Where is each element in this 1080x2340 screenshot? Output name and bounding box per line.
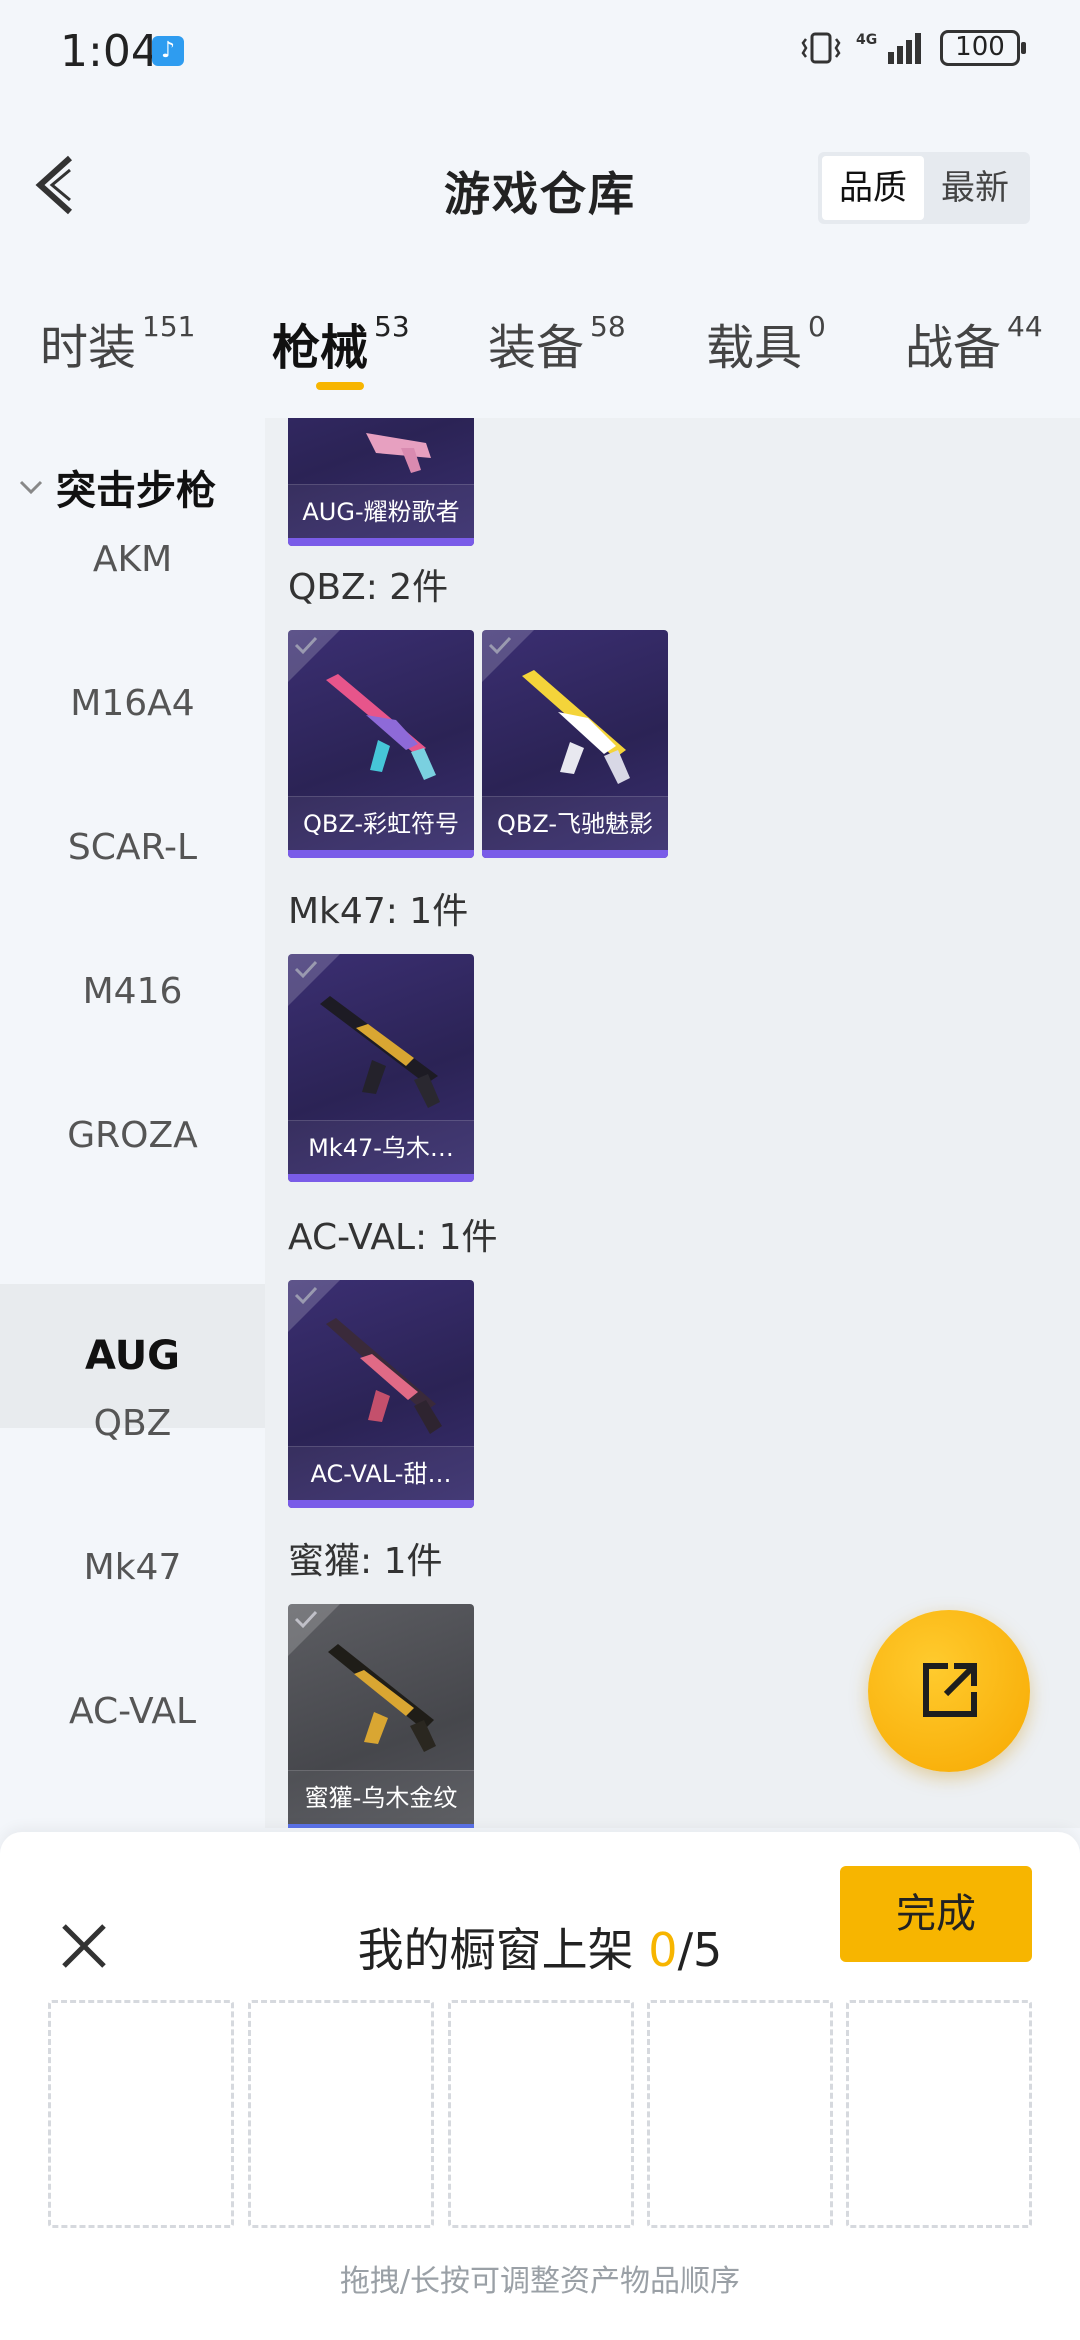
svg-text:4G: 4G bbox=[856, 32, 877, 48]
section-label-mk47: Mk47: 1件 bbox=[288, 891, 469, 932]
weapon-skin-image bbox=[326, 674, 436, 780]
sidebar-item-m416[interactable]: M416 bbox=[0, 920, 265, 1064]
sort-option-newest[interactable]: 最新 bbox=[924, 156, 1026, 220]
tab-count: 53 bbox=[374, 310, 410, 343]
status-bar: 1:04 ♪ 4G 100 bbox=[0, 0, 1080, 110]
showcase-panel: 我的橱窗上架 0/5 完成 拖拽/长按可调整资产物品顺序 bbox=[0, 1832, 1080, 2340]
showcase-slot[interactable] bbox=[448, 2000, 634, 2228]
tab-label: 枪械 bbox=[272, 320, 369, 376]
status-indicators: 4G 100 bbox=[800, 30, 1026, 66]
sidebar-item-akm[interactable]: AKM bbox=[0, 488, 265, 632]
sidebar-item-mk47[interactable]: Mk47 bbox=[0, 1496, 265, 1640]
rarity-bar bbox=[288, 1500, 474, 1508]
rarity-bar bbox=[482, 850, 668, 858]
weapon-card[interactable]: QBZ-飞驰魅影 bbox=[482, 630, 668, 858]
section-label-ac-val: AC-VAL: 1件 bbox=[288, 1217, 498, 1258]
showcase-slot[interactable] bbox=[846, 2000, 1032, 2228]
rarity-bar bbox=[288, 1824, 474, 1828]
tab-label: 载具 bbox=[706, 320, 803, 376]
done-button[interactable]: 完成 bbox=[840, 1866, 1032, 1962]
weapon-card-name: AC-VAL-甜… bbox=[288, 1446, 474, 1500]
showcase-slot[interactable] bbox=[248, 2000, 434, 2228]
showcase-slot[interactable] bbox=[48, 2000, 234, 2228]
check-icon bbox=[488, 636, 512, 655]
weapon-card[interactable]: AC-VAL-甜… bbox=[288, 1280, 474, 1508]
weapon-card-name: AUG-耀粉歌者 bbox=[288, 484, 474, 538]
check-icon bbox=[294, 960, 318, 979]
weapon-card-name: QBZ-彩虹符号 bbox=[288, 796, 474, 850]
weapon-card-name: 蜜獾-乌木金纹 bbox=[288, 1770, 474, 1824]
app-notification-icon: ♪ bbox=[152, 36, 184, 66]
sidebar-item-scar-l[interactable]: SCAR-L bbox=[0, 776, 265, 920]
weapon-skin-image bbox=[320, 996, 440, 1108]
check-icon bbox=[294, 1286, 318, 1305]
tab-label: 装备 bbox=[488, 320, 585, 376]
rarity-bar bbox=[288, 538, 474, 546]
tab-count: 44 bbox=[1007, 310, 1043, 343]
weapon-skin-image bbox=[366, 433, 431, 473]
tab-costume[interactable]: 时装 151 bbox=[40, 308, 195, 378]
vibrate-icon bbox=[801, 32, 841, 64]
category-tabs: 时装 151 枪械 53 装备 58 载具 0 战备 44 bbox=[0, 290, 1080, 410]
check-icon bbox=[294, 1610, 318, 1629]
rarity-bar bbox=[288, 850, 474, 858]
tab-label: 战备 bbox=[905, 320, 1002, 376]
weapon-sidebar: 突击步枪 AKM M16A4 SCAR-L M416 GROZA AUG QBZ… bbox=[0, 418, 265, 1828]
rarity-bar bbox=[288, 1174, 474, 1182]
battery-icon: 100 bbox=[940, 30, 1026, 66]
share-icon bbox=[923, 1663, 977, 1717]
showcase-count-total: /5 bbox=[677, 1923, 723, 1977]
tab-firearms[interactable]: 枪械 53 bbox=[272, 308, 410, 378]
weapon-skin-image bbox=[328, 1644, 436, 1752]
tab-equipment[interactable]: 装备 58 bbox=[488, 308, 626, 378]
weapon-skin-image bbox=[326, 1318, 442, 1434]
tab-label: 时装 bbox=[40, 320, 137, 376]
section-label-qbz: QBZ: 2件 bbox=[288, 567, 449, 608]
sidebar-item-ac-val[interactable]: AC-VAL bbox=[0, 1640, 265, 1784]
tab-vehicles[interactable]: 载具 0 bbox=[706, 308, 826, 378]
sort-toggle: 品质 最新 bbox=[818, 152, 1030, 224]
status-time: 1:04 bbox=[60, 26, 159, 77]
tab-count: 151 bbox=[142, 310, 196, 343]
panel-title-text: 我的橱窗上架 bbox=[357, 1923, 634, 1977]
weapon-card[interactable]: 蜜獾-乌木金纹 bbox=[288, 1604, 474, 1828]
weapon-skin-image bbox=[522, 670, 630, 784]
share-button[interactable] bbox=[868, 1610, 1030, 1772]
showcase-count-current: 0 bbox=[648, 1923, 678, 1977]
section-label-honey-badger: 蜜獾: 1件 bbox=[288, 1541, 443, 1582]
header: 游戏仓库 品质 最新 bbox=[0, 110, 1080, 265]
weapon-card[interactable]: Mk47-乌木… bbox=[288, 954, 474, 1182]
weapon-card-name: QBZ-飞驰魅影 bbox=[482, 796, 668, 850]
active-tab-indicator bbox=[316, 382, 364, 390]
showcase-slot[interactable] bbox=[647, 2000, 833, 2228]
sort-option-quality[interactable]: 品质 bbox=[822, 156, 924, 220]
tab-count: 58 bbox=[590, 310, 626, 343]
weapon-card[interactable]: QBZ-彩虹符号 bbox=[288, 630, 474, 858]
tab-supplies[interactable]: 战备 44 bbox=[905, 308, 1043, 378]
sidebar-item-m16a4[interactable]: M16A4 bbox=[0, 632, 265, 776]
panel-hint: 拖拽/长按可调整资产物品顺序 bbox=[339, 2264, 741, 2299]
signal-icon: 4G bbox=[856, 32, 921, 64]
check-icon bbox=[294, 636, 318, 655]
weapon-card[interactable]: AUG-耀粉歌者 bbox=[288, 418, 474, 546]
weapon-card-name: Mk47-乌木… bbox=[288, 1120, 474, 1174]
tab-count: 0 bbox=[808, 310, 826, 343]
sidebar-item-qbz[interactable]: QBZ bbox=[0, 1352, 265, 1496]
sidebar-item-groza[interactable]: GROZA bbox=[0, 1064, 265, 1208]
